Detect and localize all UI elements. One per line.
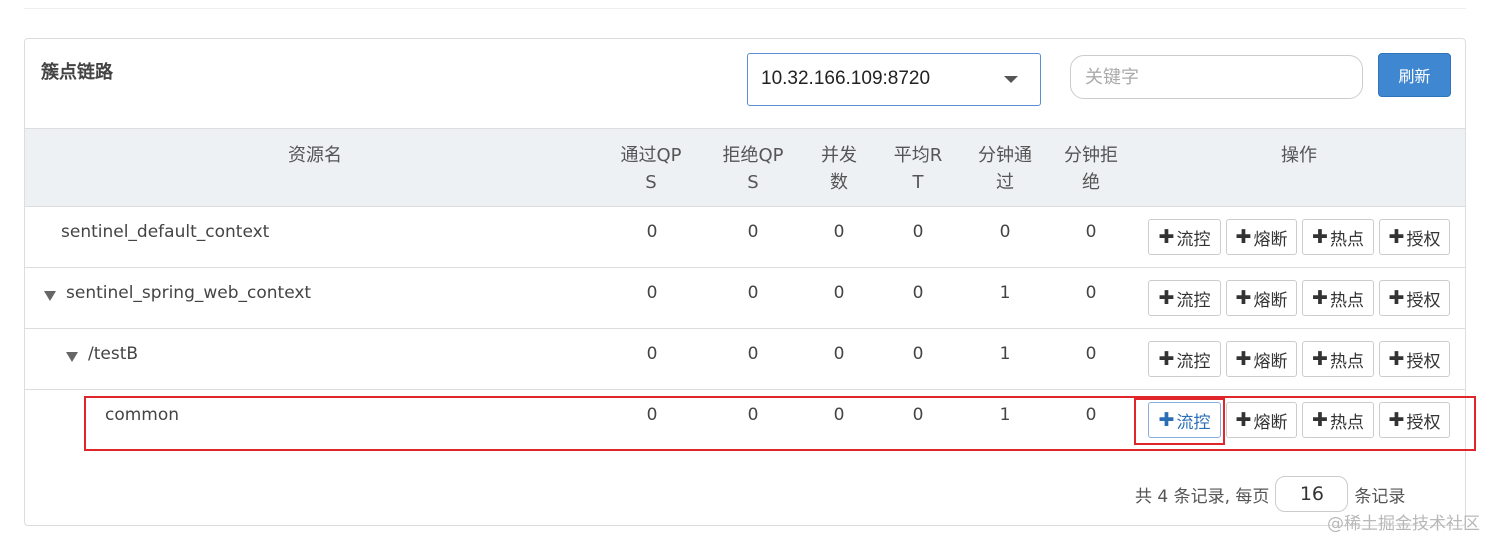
plus-icon: ✚ [1158,348,1175,370]
flow-control-button[interactable]: ✚ 流控 [1148,219,1221,255]
pass-qps-value: 0 [646,283,658,303]
minute-block-value: 0 [1085,344,1097,364]
plus-icon: ✚ [1312,348,1328,370]
row-actions: ✚ 流控 ✚ 熔断 ✚ 热点 ✚ 授权 [1148,341,1450,377]
concurrency-value: 0 [833,222,845,242]
plus-icon: ✚ [1158,409,1175,431]
col-pass-qps: 通过QP S [620,145,682,193]
collapse-triangle-icon[interactable] [44,291,56,301]
resource-name: sentinel_default_context [61,222,270,242]
table-row: common 0 0 0 0 1 0 ✚ 流控 ✚ 熔断 ✚ 热点 ✚ 授权 [25,390,1465,451]
authority-button[interactable]: ✚ 授权 [1379,341,1450,377]
plus-icon: ✚ [1312,287,1328,309]
minute-pass-value: 1 [999,283,1011,303]
hotspot-button[interactable]: ✚ 热点 [1302,402,1374,438]
avg-rt-value: 0 [912,344,924,364]
block-qps-value: 0 [747,222,759,242]
page-size-input[interactable]: 16 [1275,476,1349,512]
minute-block-value: 0 [1085,405,1097,425]
col-minute-pass: 分钟通过 [978,145,1032,193]
concurrency-value: 0 [833,344,845,364]
col-actions: 操作 [1281,145,1317,166]
table-row: /testB 0 0 0 0 1 0 ✚ 流控 ✚ 熔断 ✚ 热点 ✚ 授权 [25,329,1465,390]
row-actions: ✚ 流控 ✚ 熔断 ✚ 热点 ✚ 授权 [1148,280,1450,316]
plus-icon: ✚ [1235,409,1252,431]
plus-icon: ✚ [1312,226,1328,248]
pagination: 共 4 条记录, 每页 16 条记录 [1135,476,1405,512]
authority-button[interactable]: ✚ 授权 [1379,280,1450,316]
avg-rt-value: 0 [912,283,924,303]
watermark: @稀土掘金技术社区 [1327,514,1480,534]
hotspot-button[interactable]: ✚ 热点 [1302,280,1374,316]
table-row: sentinel_default_context 0 0 0 0 0 0 ✚ 流控… [25,207,1465,268]
avg-rt-value: 0 [912,222,924,242]
col-concurrency: 并发数 [821,145,857,193]
plus-icon: ✚ [1388,409,1405,431]
pass-qps-value: 0 [646,405,658,425]
authority-button[interactable]: ✚ 授权 [1379,402,1450,438]
minute-block-value: 0 [1085,283,1097,303]
table-header: 资源名 通过QP S 拒绝QP S 并发数 平均R T 分钟通过 分钟拒绝 操作 [25,128,1465,207]
flow-control-button[interactable]: ✚ 流控 [1148,402,1221,438]
refresh-button[interactable]: 刷新 [1378,53,1451,97]
chevron-down-icon [1004,76,1018,83]
machine-select[interactable]: 10.32.166.109:8720 [747,53,1041,106]
pass-qps-value: 0 [646,222,658,242]
degrade-button[interactable]: ✚ 熔断 [1226,341,1297,377]
pager-total-text: 共 4 条记录, 每页 [1135,486,1270,507]
machine-select-value: 10.32.166.109:8720 [761,68,931,89]
block-qps-value: 0 [747,344,759,364]
flow-control-button[interactable]: ✚ 流控 [1148,341,1221,377]
resource-name: common [105,405,180,425]
search-input[interactable] [1070,55,1363,99]
plus-icon: ✚ [1388,348,1405,370]
minute-pass-value: 1 [999,344,1011,364]
degrade-button[interactable]: ✚ 熔断 [1226,280,1297,316]
plus-icon: ✚ [1312,409,1328,431]
plus-icon: ✚ [1388,226,1405,248]
plus-icon: ✚ [1235,287,1252,309]
avg-rt-value: 0 [912,405,924,425]
plus-icon: ✚ [1235,226,1252,248]
minute-pass-value: 0 [999,222,1011,242]
table-row: sentinel_spring_web_context 0 0 0 0 1 0 … [25,268,1465,329]
row-actions: ✚ 流控 ✚ 熔断 ✚ 热点 ✚ 授权 [1148,219,1450,255]
plus-icon: ✚ [1388,287,1405,309]
block-qps-value: 0 [747,405,759,425]
hotspot-button[interactable]: ✚ 热点 [1302,219,1374,255]
authority-button[interactable]: ✚ 授权 [1379,219,1450,255]
concurrency-value: 0 [833,405,845,425]
hotspot-button[interactable]: ✚ 热点 [1302,341,1374,377]
degrade-button[interactable]: ✚ 熔断 [1226,219,1297,255]
resource-name: sentinel_spring_web_context [66,283,312,303]
block-qps-value: 0 [747,283,759,303]
degrade-button[interactable]: ✚ 熔断 [1226,402,1297,438]
plus-icon: ✚ [1235,348,1252,370]
top-divider [24,8,1466,9]
minute-block-value: 0 [1085,222,1097,242]
col-resource-name: 资源名 [288,145,342,166]
plus-icon: ✚ [1158,226,1175,248]
pass-qps-value: 0 [646,344,658,364]
col-avg-rt: 平均R T [893,145,943,193]
concurrency-value: 0 [833,283,845,303]
minute-pass-value: 1 [999,405,1011,425]
row-actions: ✚ 流控 ✚ 熔断 ✚ 热点 ✚ 授权 [1148,402,1450,438]
resource-name: /testB [88,344,139,364]
plus-icon: ✚ [1158,287,1175,309]
col-minute-block: 分钟拒绝 [1064,145,1118,193]
collapse-triangle-icon[interactable] [66,352,78,362]
panel-title: 簇点链路 [41,62,113,83]
pager-suffix-text: 条记录 [1354,486,1406,507]
flow-control-button[interactable]: ✚ 流控 [1148,280,1221,316]
cluster-link-panel: 簇点链路 10.32.166.109:8720 刷新 资源名 通过QPS 拒绝Q… [24,38,1466,526]
col-block-qps: 拒绝QP S [722,145,784,193]
